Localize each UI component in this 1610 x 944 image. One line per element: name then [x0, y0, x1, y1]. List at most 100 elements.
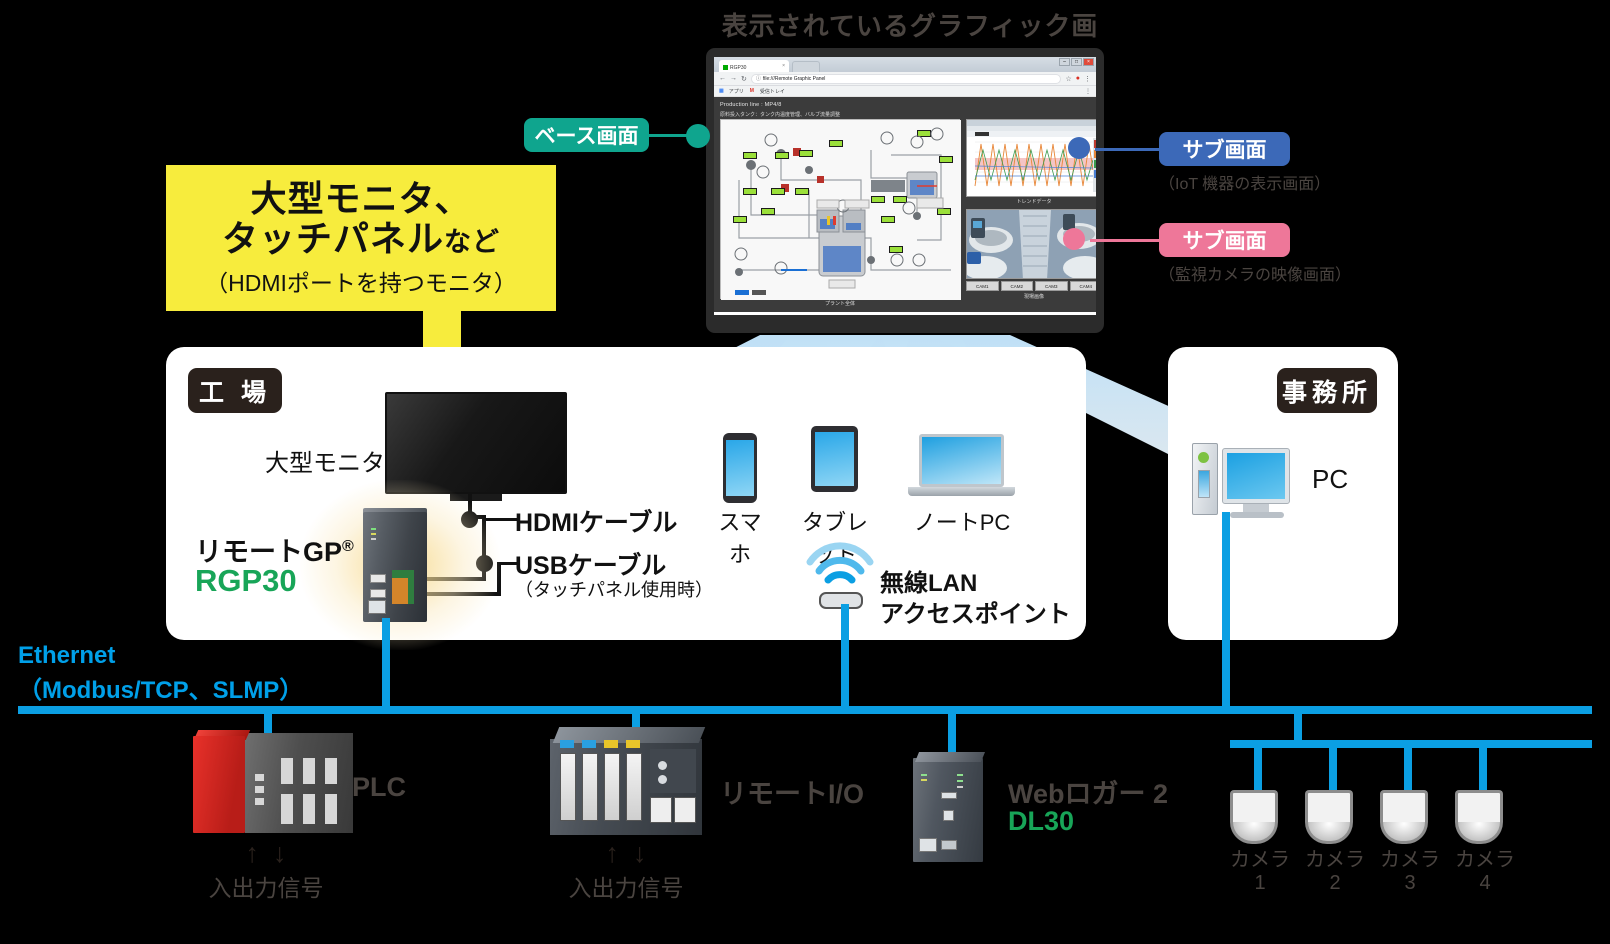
sub-screen-2-badge: サブ画面: [1159, 223, 1290, 257]
ethernet-label-line1: Ethernet: [18, 642, 116, 669]
weblogger-model-label: DL30: [1008, 806, 1075, 836]
plant-mimic-svg: [721, 120, 961, 300]
camera-dome: [1230, 822, 1278, 844]
camera-1-label: カメラ 1: [1230, 849, 1290, 895]
pc-monitor: [1222, 448, 1290, 504]
production-line-text: Production line : MP4/8: [720, 102, 782, 108]
graphic-panel-monitor: RGP30 × – □ × ← → ↻ ⓘ file:///Remote Gra…: [706, 48, 1104, 333]
cam1-button[interactable]: CAM1: [966, 281, 999, 291]
arrow-down-icon: ↓: [273, 838, 287, 868]
sub-screen-2-note: （監視カメラの映像画面）: [1159, 267, 1352, 284]
cam3-button[interactable]: CAM3: [1035, 281, 1068, 291]
extension-icon[interactable]: ●: [1076, 75, 1080, 82]
camera-button-row: CAM1 CAM2 CAM3 CAM4: [966, 281, 1096, 291]
ethernet-label-line2: （Modbus/TCP、SLMP）: [18, 677, 304, 704]
url-text: file:///Remote Graphic Panel: [762, 75, 826, 82]
callout-line-2: タッチパネルなど: [176, 219, 546, 259]
camera-dome: [1305, 822, 1353, 844]
rgp30-usb-port: [370, 589, 386, 598]
bookmark-apps[interactable]: アプリ: [729, 88, 744, 95]
camera-3-number: 3: [1404, 872, 1416, 894]
close-icon[interactable]: ×: [782, 63, 785, 69]
smartphone-label: スマホ: [718, 510, 762, 567]
arrow-up-icon: ↑: [245, 838, 260, 868]
hdmi-cable-label: HDMIケーブル: [515, 509, 678, 537]
camera-caption: 現場画像: [1023, 294, 1044, 300]
plc-label: PLC: [352, 772, 406, 802]
pc-drive-bay: [1198, 470, 1210, 498]
sub-screen-2-leader-line: [1090, 239, 1159, 242]
camera-4-label: カメラ 4: [1455, 849, 1515, 895]
callout-line-1: 大型モニタ、: [250, 178, 472, 219]
wifi-icon: [806, 542, 874, 584]
tab-title: RGP30: [730, 64, 747, 71]
camera-1-number: 1: [1254, 872, 1266, 894]
base-screen-badge: ベース画面: [524, 118, 649, 152]
bookmarks-bar: ▦ アプリ M 受信トレイ ⋮: [714, 86, 1096, 97]
factory-badge: 工 場: [188, 368, 282, 413]
cam4-button[interactable]: CAM4: [1069, 281, 1096, 291]
bookmark-star-icon[interactable]: ☆: [1065, 75, 1071, 83]
laptop-base: [908, 487, 1015, 496]
camera-body: [1380, 790, 1428, 822]
drop-camera-bus: [1294, 706, 1302, 746]
remote-io-io-label: 入出力信号: [568, 875, 684, 901]
bookmark-inbox[interactable]: 受信トレイ: [760, 88, 785, 95]
browser-tab-rgp30[interactable]: RGP30 ×: [719, 60, 789, 72]
arrow-down-icon: ↓: [633, 838, 647, 868]
usb-cable-note: （タッチパネル使用時）: [515, 580, 713, 600]
base-screen-caption: プラント全体: [824, 301, 855, 307]
camera-3: カメラ 3: [1380, 790, 1440, 895]
plc-io-arrows: ↑ ↓: [196, 838, 336, 869]
rgp30-lan-port: [368, 600, 386, 614]
sub-screen-1-note: （IoT 機器の表示画面）: [1159, 176, 1331, 193]
drop-access-point: [841, 604, 849, 710]
camera-body: [1305, 790, 1353, 822]
maximize-button[interactable]: □: [1071, 58, 1082, 66]
rgp30-terminal-block-2: [392, 578, 408, 604]
office-badge: 事務所: [1277, 368, 1377, 413]
close-window-button[interactable]: ×: [1083, 58, 1094, 66]
camera-1-name: カメラ: [1230, 849, 1290, 871]
url-input[interactable]: ⓘ file:///Remote Graphic Panel: [750, 73, 1062, 84]
new-tab-button[interactable]: [792, 61, 820, 72]
browser-menu-icon[interactable]: ⋮: [1084, 75, 1091, 83]
sub-screen-2-marker-dot: [1063, 228, 1085, 250]
browser-urlbar: ← → ↻ ⓘ file:///Remote Graphic Panel ☆ ●…: [714, 72, 1096, 86]
base-screen-mimic[interactable]: [720, 119, 961, 300]
reload-icon[interactable]: ↻: [741, 75, 747, 83]
drop-camera-3: [1404, 744, 1412, 790]
bookmarks-overflow-icon[interactable]: ⋮: [1085, 88, 1091, 95]
camera-2-name: カメラ: [1305, 849, 1365, 871]
camera-3-label: カメラ 3: [1380, 849, 1440, 895]
process-description-text: 原料投入タンク：タンク内温度管理、バルブ流量調整: [720, 112, 841, 118]
camera-body: [1455, 790, 1503, 822]
camera-4: カメラ 4: [1455, 790, 1515, 895]
trend-caption: トレンドデータ: [1016, 199, 1052, 205]
apps-grid-icon[interactable]: ▦: [719, 88, 724, 94]
page-info-icon: ⓘ: [755, 76, 761, 82]
tablet-icon: [811, 426, 858, 492]
drop-weblogger: [948, 710, 956, 758]
camera-4-name: カメラ: [1455, 849, 1515, 871]
weblogger-device: [913, 752, 986, 862]
drop-camera-2: [1329, 744, 1337, 790]
pc-power-led: [1198, 452, 1209, 463]
diagram-canvas: 表示されているグラフィック画面 RGP30 × – □ × ← → ↻: [0, 0, 1610, 944]
camera-body: [1230, 790, 1278, 822]
mail-icon: M: [749, 88, 754, 94]
large-monitor: [385, 392, 567, 494]
forward-icon[interactable]: →: [730, 75, 737, 82]
remote-io-label: リモートI/O: [720, 779, 865, 809]
minimize-button[interactable]: –: [1059, 58, 1070, 66]
camera-2: カメラ 2: [1305, 790, 1365, 895]
registered-mark: ®: [342, 538, 354, 555]
back-icon[interactable]: ←: [719, 75, 726, 82]
callout-line-3: （HDMIポートを持つモニタ）: [205, 269, 517, 296]
drop-camera-1: [1254, 744, 1262, 790]
smartphone-icon: [723, 433, 757, 503]
callout-line-2-main: タッチパネル: [221, 218, 444, 260]
drop-camera-4: [1479, 744, 1487, 790]
cam2-button[interactable]: CAM2: [1000, 281, 1033, 291]
browser-tabbar: RGP30 × – □ ×: [714, 57, 1096, 72]
